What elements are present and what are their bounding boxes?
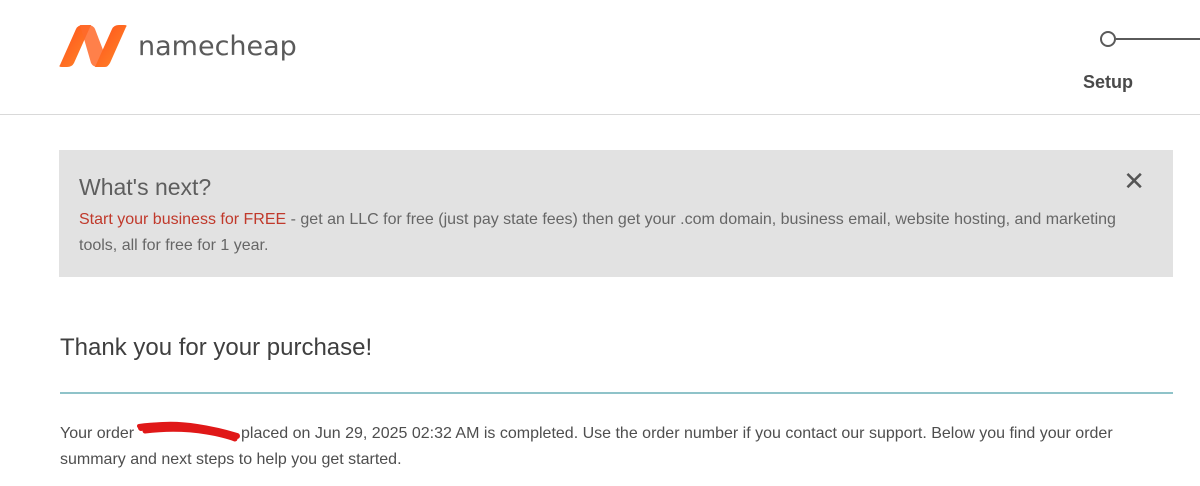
whats-next-notice: What's next? Start your business for FRE… [59,150,1173,277]
notice-title: What's next? [79,174,212,200]
notice-body: Start your business for FREE - get an LL… [79,207,1139,259]
step-dot-setup [1100,31,1116,47]
namecheap-logo-icon [59,25,127,67]
start-business-link[interactable]: Start your business for FREE [79,211,286,228]
namecheap-logo[interactable]: namecheap [58,25,297,67]
close-icon[interactable]: ✕ [1123,168,1145,194]
step-label-setup: Setup [1083,72,1134,92]
section-divider [60,392,1173,394]
logo-text: namecheap [138,30,297,62]
page-title: Thank you for your purchase! [60,334,373,361]
step-connector [1116,38,1200,40]
redacted-order-number [136,421,240,442]
order-prefix: Your order [60,425,135,442]
progress-stepper: Setup [1080,28,1200,108]
order-confirmation-text: Your order placed on Jun 29, 2025 02:32 … [60,421,1180,473]
page-header: namecheap Setup [0,0,1200,115]
